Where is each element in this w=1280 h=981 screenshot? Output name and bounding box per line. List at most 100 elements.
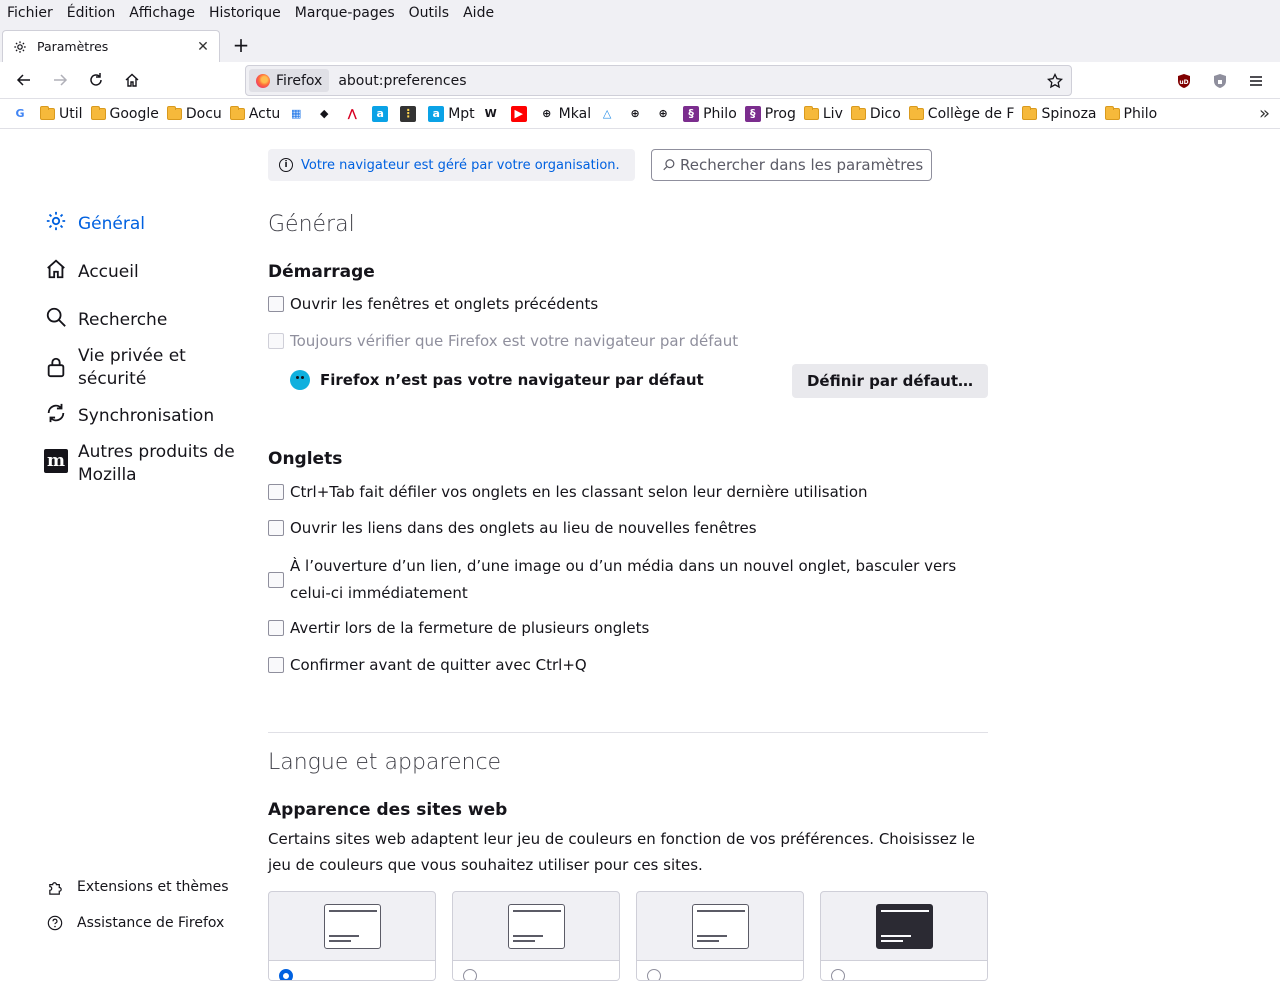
home-icon bbox=[125, 73, 139, 87]
theme-radio[interactable] bbox=[831, 969, 845, 980]
sidebar-item-home[interactable]: Accueil bbox=[44, 257, 244, 287]
new-tab-button[interactable]: + bbox=[226, 30, 256, 60]
bookmark-item[interactable]: a bbox=[368, 102, 396, 126]
tab-strip: Paramètres ✕ + bbox=[0, 26, 1280, 62]
confirm-quit-checkbox[interactable]: Confirmer avant de quitter avec Ctrl+Q bbox=[268, 656, 587, 674]
bookmark-item[interactable]: △ bbox=[595, 102, 623, 126]
sidebar-footer: Extensions et thèmes Assistance de Firef… bbox=[46, 869, 229, 941]
checkbox-box[interactable] bbox=[268, 572, 284, 588]
bookmark-item[interactable]: Spinoza bbox=[1018, 102, 1100, 126]
theme-radio[interactable] bbox=[279, 969, 293, 980]
menu-aide[interactable]: Aide bbox=[456, 5, 501, 21]
bookmark-item[interactable]: Util bbox=[36, 102, 87, 126]
star-icon[interactable] bbox=[1045, 72, 1065, 89]
forward-button[interactable] bbox=[44, 64, 76, 96]
tab-preferences[interactable]: Paramètres ✕ bbox=[2, 30, 220, 62]
menu-fichier[interactable]: Fichier bbox=[0, 5, 60, 21]
bookmark-item[interactable]: Liv bbox=[800, 102, 847, 126]
theme-card-light[interactable] bbox=[452, 891, 620, 981]
bookmark-item[interactable]: Philo bbox=[1101, 102, 1162, 126]
bookmark-item[interactable]: Actu bbox=[226, 102, 284, 126]
bookmark-item[interactable]: § Prog bbox=[741, 102, 800, 126]
switch-to-tab-line2: celui-ci immédiatement bbox=[290, 584, 468, 602]
menu-affichage[interactable]: Affichage bbox=[122, 5, 202, 21]
purple-icon: § bbox=[744, 105, 761, 122]
bookmark-item[interactable]: Dico bbox=[847, 102, 905, 126]
hamburger-menu-icon[interactable] bbox=[1238, 65, 1274, 97]
bookmark-item[interactable]: W bbox=[479, 102, 507, 126]
warn-close-checkbox[interactable]: Avertir lors de la fermeture de plusieur… bbox=[268, 619, 649, 637]
bookmark-label: Google bbox=[109, 105, 159, 122]
policy-notice[interactable]: i Votre navigateur est géré par votre or… bbox=[268, 149, 635, 181]
theme-card-auto[interactable] bbox=[268, 891, 436, 981]
checkbox-box[interactable] bbox=[268, 296, 284, 312]
bookmark-item[interactable]: ▦ bbox=[284, 102, 312, 126]
reload-button[interactable] bbox=[80, 64, 112, 96]
menu-outils[interactable]: Outils bbox=[402, 5, 456, 21]
bookmark-item[interactable]: Google bbox=[87, 102, 163, 126]
chevron-more-icon[interactable]: » bbox=[1259, 103, 1270, 124]
restore-session-label: Ouvrir les fenêtres et onglets précédent… bbox=[290, 295, 599, 313]
ctrl-tab-checkbox[interactable]: Ctrl+Tab fait défiler vos onglets en les… bbox=[268, 483, 868, 501]
identity-box[interactable]: Firefox bbox=[249, 69, 330, 92]
bookmark-item[interactable]: ◆ bbox=[312, 102, 340, 126]
back-button[interactable] bbox=[8, 64, 40, 96]
bookmark-item[interactable]: ⊕ bbox=[651, 102, 679, 126]
theme-radio[interactable] bbox=[463, 969, 477, 980]
triangle-icon: △ bbox=[602, 107, 612, 120]
appearance-description: Certains sites web adaptent leur jeu de … bbox=[268, 826, 988, 878]
menu-historique[interactable]: Historique bbox=[202, 5, 288, 21]
home-button[interactable] bbox=[116, 64, 148, 96]
puzzle-icon bbox=[46, 878, 64, 896]
extensions-themes-link[interactable]: Extensions et thèmes bbox=[46, 869, 229, 905]
bookmark-item[interactable]: Collège de F bbox=[905, 102, 1019, 126]
checkbox-box[interactable] bbox=[268, 333, 284, 349]
search-input[interactable]: Rechercher dans les paramètres bbox=[651, 149, 932, 181]
sidebar-item-label: Autres produits de Mozilla bbox=[78, 442, 235, 485]
checkbox-box[interactable] bbox=[268, 620, 284, 636]
restore-session-checkbox[interactable]: Ouvrir les fenêtres et onglets précédent… bbox=[268, 295, 598, 313]
check-default-label: Toujours vérifier que Firefox est votre … bbox=[290, 332, 739, 350]
set-default-button[interactable]: Définir par défaut… bbox=[792, 364, 988, 398]
bookmark-item[interactable]: ⋮ bbox=[396, 102, 424, 126]
bookmark-label: Mpt bbox=[448, 105, 475, 122]
shield-icon[interactable] bbox=[1202, 65, 1238, 97]
extensions-themes-label: Extensions et thèmes bbox=[77, 879, 229, 895]
bookmark-item[interactable]: ⊕ bbox=[623, 102, 651, 126]
sidebar-item-sync[interactable]: Synchronisation bbox=[44, 401, 244, 431]
close-icon[interactable]: ✕ bbox=[193, 37, 213, 57]
bookmark-item[interactable]: Docu bbox=[163, 102, 226, 126]
url-bar[interactable]: Firefox about:preferences bbox=[245, 65, 1072, 96]
sidebar-item-mozilla[interactable]: m Autres produits de Mozilla bbox=[44, 441, 244, 487]
globe-icon: ⊕ bbox=[658, 107, 668, 120]
traffic-icon: ⋮ bbox=[400, 105, 417, 122]
url-text[interactable]: about:preferences bbox=[338, 73, 1045, 89]
ublock-icon[interactable]: uD bbox=[1166, 65, 1202, 97]
checkbox-box[interactable] bbox=[268, 657, 284, 673]
menu-edition[interactable]: Édition bbox=[60, 5, 122, 21]
theme-card-dark[interactable] bbox=[820, 891, 988, 981]
checkbox-box[interactable] bbox=[268, 484, 284, 500]
sidebar-item-privacy[interactable]: Vie privée et sécurité bbox=[44, 345, 244, 391]
bookmark-item[interactable]: § Philo bbox=[679, 102, 741, 126]
firefox-support-link[interactable]: Assistance de Firefox bbox=[46, 905, 229, 941]
open-links-checkbox[interactable]: Ouvrir les liens dans des onglets au lie… bbox=[268, 519, 757, 537]
bookmark-item[interactable]: ⊕ Mkal bbox=[535, 102, 595, 126]
menu-marque-pages[interactable]: Marque-pages bbox=[288, 5, 402, 21]
calendar-icon: ▦ bbox=[291, 107, 302, 120]
penguin-icon: ◆ bbox=[319, 107, 329, 120]
sidebar-item-label: Général bbox=[78, 214, 145, 234]
home-icon bbox=[44, 257, 68, 281]
theme-radio[interactable] bbox=[647, 969, 661, 980]
folder-icon bbox=[1104, 105, 1120, 120]
checkbox-box[interactable] bbox=[268, 520, 284, 536]
check-default-checkbox[interactable]: Toujours vérifier que Firefox est votre … bbox=[268, 332, 738, 350]
bookmark-item[interactable]: a Mpt bbox=[424, 102, 478, 126]
switch-to-tab-checkbox[interactable]: À l’ouverture d’un lien, d’une image ou … bbox=[268, 553, 956, 607]
bookmark-item[interactable]: ▶ bbox=[507, 102, 535, 126]
bookmark-item[interactable]: G bbox=[8, 102, 36, 126]
sidebar-item-search[interactable]: Recherche bbox=[44, 305, 244, 335]
sidebar-item-general[interactable]: Général bbox=[44, 209, 244, 239]
theme-card-system[interactable] bbox=[636, 891, 804, 981]
bookmark-item[interactable]: ⋀ bbox=[340, 102, 368, 126]
